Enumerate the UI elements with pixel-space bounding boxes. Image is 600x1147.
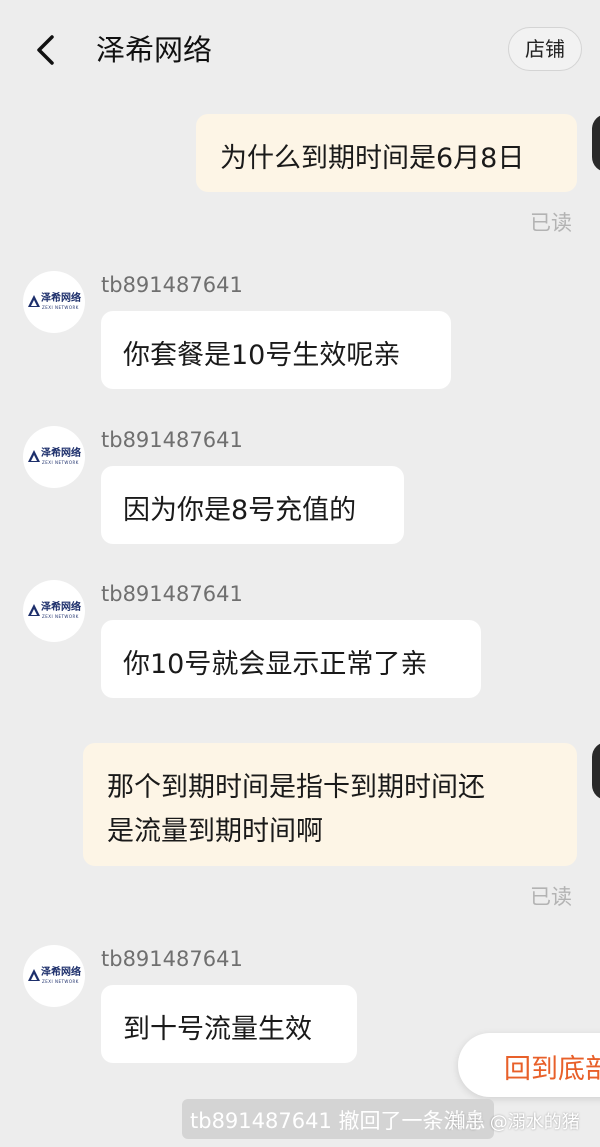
read-status: 已读 bbox=[530, 885, 572, 909]
watermark: 知乎 @溺水的猪 bbox=[448, 1112, 580, 1133]
chat-screen: 泽希网络 店铺 为什么到期时间是6月8日 已读 泽希网络 ZEXI NETWOR… bbox=[0, 0, 600, 1147]
read-status: 已读 bbox=[530, 211, 572, 235]
logo-mark-icon bbox=[28, 295, 40, 307]
shop-avatar[interactable]: 泽希网络 ZEXI NETWORK bbox=[23, 945, 85, 1007]
chat-header: 泽希网络 店铺 bbox=[0, 0, 600, 98]
sender-name: tb891487641 bbox=[101, 582, 243, 606]
logo-mark-icon bbox=[28, 450, 40, 462]
shop-avatar[interactable]: 泽希网络 ZEXI NETWORK bbox=[23, 426, 85, 488]
message-text: 你套餐是10号生效呢亲 bbox=[123, 340, 401, 371]
sender-name: tb891487641 bbox=[101, 947, 243, 971]
shop-avatar[interactable]: 泽希网络 ZEXI NETWORK bbox=[23, 580, 85, 642]
message-text-line: 那个到期时间是指卡到期时间还 bbox=[107, 772, 485, 803]
sender-name: tb891487641 bbox=[101, 273, 243, 297]
shop-logo: 泽希网络 ZEXI NETWORK bbox=[28, 293, 81, 311]
back-button[interactable] bbox=[24, 28, 68, 72]
logo-mark-icon bbox=[28, 604, 40, 616]
recall-notice-text: tb891487641 撤回了一条消息 bbox=[190, 1109, 486, 1133]
shop-logo: 泽希网络 ZEXI NETWORK bbox=[28, 602, 81, 620]
sender-name: tb891487641 bbox=[101, 428, 243, 452]
logo-mark-icon bbox=[28, 969, 40, 981]
message-bubble-outgoing[interactable]: 为什么到期时间是6月8日 bbox=[196, 114, 577, 192]
back-to-bottom-label: 回到底部 bbox=[504, 1054, 600, 1085]
chevron-left-icon bbox=[37, 35, 54, 65]
user-avatar[interactable] bbox=[592, 114, 600, 172]
message-text-line: 是流量到期时间啊 bbox=[107, 816, 323, 847]
message-text: 到十号流量生效 bbox=[123, 1014, 312, 1045]
shop-logo: 泽希网络 ZEXI NETWORK bbox=[28, 967, 81, 985]
shop-avatar[interactable]: 泽希网络 ZEXI NETWORK bbox=[23, 271, 85, 333]
message-bubble-incoming[interactable]: 你10号就会显示正常了亲 bbox=[101, 620, 481, 698]
shop-logo: 泽希网络 ZEXI NETWORK bbox=[28, 448, 81, 466]
message-bubble-incoming[interactable]: 你套餐是10号生效呢亲 bbox=[101, 311, 451, 389]
back-to-bottom-button[interactable]: 回到底部 bbox=[458, 1033, 600, 1097]
message-text: 为什么到期时间是6月8日 bbox=[220, 143, 525, 174]
page-title: 泽希网络 bbox=[96, 33, 213, 67]
store-button[interactable]: 店铺 bbox=[508, 27, 582, 71]
user-avatar[interactable] bbox=[592, 742, 600, 800]
message-bubble-incoming[interactable]: 到十号流量生效 bbox=[101, 985, 357, 1063]
message-text: 因为你是8号充值的 bbox=[123, 495, 357, 526]
message-bubble-incoming[interactable]: 因为你是8号充值的 bbox=[101, 466, 404, 544]
message-text: 你10号就会显示正常了亲 bbox=[123, 649, 428, 680]
message-bubble-outgoing[interactable]: 那个到期时间是指卡到期时间还 是流量到期时间啊 bbox=[83, 743, 577, 866]
